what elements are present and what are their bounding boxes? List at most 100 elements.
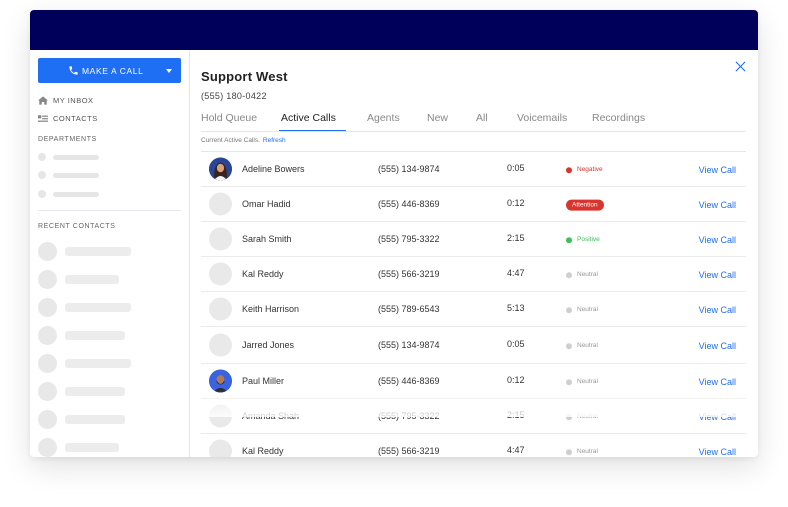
main-panel: Support West (555) 180-0422 Hold Queue A… (191, 50, 758, 457)
refresh-link[interactable]: Refresh (263, 137, 286, 144)
status-dot-icon (566, 378, 572, 385)
caller-phone: (555) 134-9874 (378, 340, 440, 350)
call-duration: 0:05 (507, 339, 525, 349)
status-badge: Neutral (566, 271, 598, 278)
view-call-link[interactable]: View Call (699, 270, 736, 280)
recent-contacts-heading: RECENT CONTACTS (38, 223, 116, 230)
avatar (209, 157, 232, 181)
call-duration: 4:47 (507, 445, 525, 455)
view-call-link[interactable]: View Call (699, 165, 736, 175)
tab-active-calls[interactable]: Active Calls (281, 112, 336, 124)
recent-contact-placeholder (38, 298, 131, 317)
recent-contact-placeholder (38, 326, 125, 345)
status-label: Neutral (577, 448, 598, 456)
status-dot-icon (566, 166, 572, 173)
view-call-link[interactable]: View Call (699, 412, 736, 422)
sidebar-item-label: MY INBOX (53, 96, 94, 105)
caller-name: Keith Harrison (242, 304, 300, 314)
caller-name: Omar Hadid (242, 199, 291, 209)
close-icon[interactable] (735, 61, 746, 72)
view-call-link[interactable]: View Call (699, 447, 736, 457)
caller-name: Paul Miller (242, 376, 285, 386)
tab-all[interactable]: All (476, 112, 488, 124)
contacts-icon (38, 115, 48, 122)
avatar (209, 369, 232, 393)
sidebar-item-contacts[interactable]: CONTACTS (38, 114, 98, 123)
recent-contact-placeholder (38, 438, 119, 457)
status-dot-icon (566, 342, 572, 349)
table-row: Keith Harrison (555) 789-6543 5:13 Neutral V… (201, 292, 746, 327)
view-call-link[interactable]: View Call (699, 200, 736, 210)
recent-contact-placeholder (38, 410, 125, 429)
phone-icon (69, 66, 78, 75)
table-row: Paul Miller (555) 446-8369 0:12 Neutral View… (201, 364, 746, 399)
make-call-button[interactable]: MAKE A CALL (38, 58, 181, 83)
status-label: Attention (566, 199, 604, 211)
caller-phone: (555) 795-3322 (378, 411, 440, 421)
caller-name: Kal Reddy (242, 446, 284, 456)
recent-contact-placeholder (38, 270, 119, 289)
status-label: Positive (577, 236, 600, 244)
department-placeholder (38, 153, 99, 161)
recent-contact-placeholder (38, 382, 125, 401)
status-badge: Neutral (566, 413, 598, 420)
caller-name: Adeline Bowers (242, 164, 305, 174)
home-icon (38, 96, 48, 105)
status-label: Neutral (577, 378, 598, 386)
page-title: Support West (201, 69, 288, 84)
status-badge: Neutral (566, 448, 598, 455)
caller-name: Sarah Smith (242, 234, 292, 244)
caller-phone: (555) 566-3219 (378, 269, 440, 279)
caller-phone: (555) 789-6543 (378, 304, 440, 314)
caller-name: Kal Reddy (242, 269, 284, 279)
status-dot-icon (566, 236, 572, 243)
call-duration: 0:12 (507, 375, 525, 385)
table-row: Kal Reddy (555) 566-3219 4:47 Neutral View C… (201, 434, 746, 457)
caller-phone: (555) 795-3322 (378, 234, 440, 244)
active-calls-text: Current Active Calls. (201, 137, 260, 144)
top-bar (30, 10, 758, 50)
tab-new[interactable]: New (427, 112, 448, 124)
table-row: Amanda Shah (555) 795-3322 2:15 Neutral View… (201, 399, 746, 434)
status-badge: Neutral (566, 378, 598, 385)
avatar (209, 297, 232, 321)
tab-agents[interactable]: Agents (367, 112, 400, 124)
call-duration: 0:12 (507, 198, 525, 208)
chevron-down-icon[interactable] (166, 69, 172, 73)
status-label: Neutral (577, 342, 598, 350)
tab-recordings[interactable]: Recordings (592, 112, 645, 124)
call-duration: 5:13 (507, 303, 525, 313)
call-duration: 0:05 (507, 163, 525, 173)
active-calls-caption: Current Active Calls. Refresh (201, 137, 286, 144)
caller-phone: (555) 134-9874 (378, 164, 440, 174)
status-label: Neutral (577, 306, 598, 314)
sidebar: MAKE A CALL MY INBOX CONTACTS DEPARTMENT… (30, 50, 190, 457)
status-badge: Attention (566, 199, 604, 211)
avatar (209, 404, 232, 428)
avatar (209, 192, 232, 216)
status-badge: Neutral (566, 306, 598, 313)
caller-phone: (555) 446-8369 (378, 376, 440, 386)
status-label: Neutral (577, 271, 598, 279)
recent-contact-placeholder (38, 242, 131, 261)
view-call-link[interactable]: View Call (699, 305, 736, 315)
tab-hold-queue[interactable]: Hold Queue (201, 112, 257, 124)
table-row: Kal Reddy (555) 566-3219 4:47 Neutral View C… (201, 257, 746, 292)
sidebar-divider (38, 210, 181, 211)
recent-contact-placeholder (38, 354, 131, 373)
department-phone: (555) 180-0422 (201, 91, 267, 101)
status-badge: Negative (566, 166, 603, 173)
tab-voicemails[interactable]: Voicemails (517, 112, 567, 124)
caller-name: Jarred Jones (242, 340, 295, 350)
status-badge: Positive (566, 236, 600, 243)
view-call-link[interactable]: View Call (699, 377, 736, 387)
avatar (209, 333, 232, 357)
view-call-link[interactable]: View Call (699, 235, 736, 245)
call-duration: 2:15 (507, 410, 525, 420)
status-dot-icon (566, 413, 572, 420)
table-row: Sarah Smith (555) 795-3322 2:15 Positive Vie… (201, 222, 746, 257)
sidebar-item-my-inbox[interactable]: MY INBOX (38, 96, 94, 105)
status-dot-icon (566, 306, 572, 313)
view-call-link[interactable]: View Call (699, 341, 736, 351)
tabs-divider (201, 131, 746, 132)
